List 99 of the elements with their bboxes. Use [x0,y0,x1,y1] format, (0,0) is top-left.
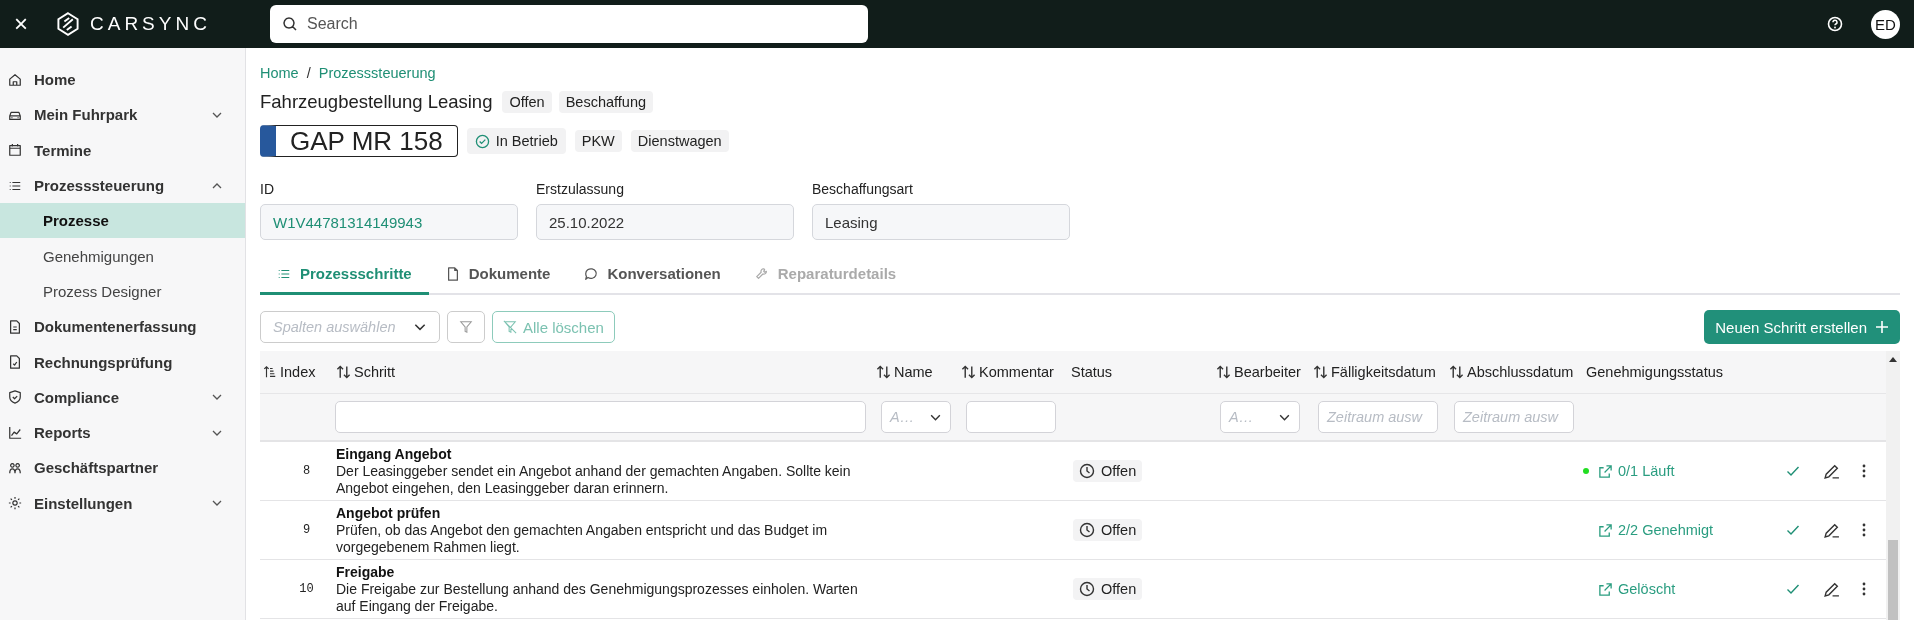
close-button[interactable]: × [14,12,38,36]
breadcrumb-link[interactable]: Prozesssteuerung [318,65,436,81]
sort-icon [876,364,891,380]
status-label: In Betrieb [495,133,558,149]
tag: Beschaffung [558,91,653,113]
step-description: Die Freigabe zur Bestellung anhand des Genehmigungsprozesses einholen. Warten auf Eingang der Freigabe. [336,580,859,615]
column-header[interactable]: Abschlussdatum [1446,364,1583,380]
edit-icon[interactable] [1823,580,1840,598]
field-label: Erstzulassung [536,181,625,197]
field-label: ID [260,181,275,197]
more-icon[interactable] [1862,522,1866,538]
scrollbar-thumb[interactable] [1888,540,1898,620]
clock-icon [1079,580,1095,597]
document-icon [8,319,22,334]
page-title: Fahrzeugbestellung Leasing [260,91,493,113]
people-icon [8,460,22,475]
more-icon[interactable] [1862,463,1866,479]
index-cell-text: 10 [298,582,315,596]
sidebar-item[interactable]: Home [0,62,245,98]
document-check-icon [8,355,22,369]
settings-icon [8,496,22,511]
shield-icon [8,390,22,405]
logo-icon [56,12,80,36]
field-label: Beschaffungsart [812,181,914,197]
column-header: Status [1070,364,1114,380]
sidebar-item[interactable]: Rechnungsprüfung [0,344,245,380]
external-link-icon [1598,463,1613,479]
chart-icon [8,425,22,440]
sidebar-subitem[interactable]: Genehmigungen [0,238,245,274]
column-header[interactable]: Schritt [333,364,873,380]
sidebar-item[interactable]: Reports [0,414,245,451]
tab[interactable]: Konversationen [567,255,738,295]
sidebar-item[interactable]: Geschäftspartner [0,450,245,486]
sort-icon [1313,364,1328,380]
sort-icon [336,364,351,380]
sort-icon [1449,364,1464,380]
edit-icon[interactable] [1823,462,1840,480]
readonly-field: Leasing [812,204,1070,240]
step-title: Angebot prüfen [336,504,442,522]
filter-off-icon [503,320,517,334]
sidebar-item[interactable]: Einstellungen [0,485,245,521]
clock-icon [1079,462,1095,479]
user-avatar[interactable]: ED [1871,9,1900,39]
sidebar-item[interactable]: Prozesssteuerung [0,167,245,204]
sidebar-subitem[interactable]: Prozess Designer [0,273,245,310]
approval-link[interactable]: 0/1 Läuft [1598,463,1675,479]
column-header[interactable]: Index [260,364,333,380]
sidebar-item[interactable]: Compliance [0,379,245,415]
status-chip: Offen [1073,459,1143,482]
plus-icon [1875,320,1889,334]
more-icon[interactable] [1862,581,1866,597]
chat-icon [584,266,599,281]
clock-icon [1079,521,1095,538]
step-description: Prüfen, ob das Angebot den gemachten Angaben entspricht und das Budget im vorgegebenem Rahmen liegt. [336,521,829,556]
scroll-up-arrow-icon[interactable] [1889,356,1897,362]
tab[interactable]: Dokumente [428,255,568,295]
tag: Dienstwagen [630,130,729,152]
index-cell-text: 8 [301,464,312,478]
external-link-icon [1598,581,1613,597]
tag: Offen [502,91,552,113]
sort-icon [961,364,976,380]
step-title: Eingang Angebot [336,445,453,463]
scrollbar[interactable] [1886,351,1900,620]
logo-text: CARSYNC [90,13,212,35]
status-chip: Offen [1073,577,1143,600]
breadcrumb-link[interactable]: Home [260,65,299,81]
document-icon [445,266,460,281]
sort-ascending-icon [263,365,277,379]
column-header[interactable]: Fälligkeitsdatum [1310,364,1446,380]
help-icon[interactable] [1827,16,1843,32]
sidebar-subitem[interactable]: Prozesse [0,203,245,239]
breadcrumb-separator: / [306,65,311,81]
wrench-icon [754,266,769,281]
readonly-field: 25.10.2022 [536,204,794,240]
column-header[interactable]: Bearbeiter [1213,364,1310,380]
column-header[interactable]: Name [873,364,958,380]
sidebar-item[interactable]: Mein Fuhrpark [0,97,245,133]
sidebar-item[interactable]: Termine [0,132,245,168]
tag: PKW [574,130,622,152]
external-link-icon [1598,522,1613,538]
sort-icon [1216,364,1231,380]
create-step-button[interactable]: Neuen Schritt erstellen [1704,310,1900,344]
sidebar-item[interactable]: Dokumentenerfassung [0,309,245,345]
check-circle-icon [474,133,490,149]
search-field[interactable]: Search [270,5,868,43]
filter-input[interactable] [966,401,1056,433]
home-icon [8,72,22,87]
filter-input[interactable] [335,401,866,433]
calendar-icon [8,143,22,158]
column-header[interactable]: Kommentar [958,364,1068,380]
step-title: Freigabe [336,563,396,581]
status-chip: Offen [1073,518,1143,541]
index-cell-text: 9 [301,523,312,537]
tab[interactable]: Prozessschritte [260,255,429,295]
edit-icon[interactable] [1823,521,1840,539]
column-header: Genehmigungsstatus [1585,364,1725,380]
readonly-field: W1V44781314149943 [260,204,518,240]
filter-icon [459,320,473,334]
step-description: Der Leasinggeber sendet ein Angebot anhand der gemachten Angaben. Sollte kein Angebot eingehen, den Leasinggeber daran erinnern. [336,462,852,497]
